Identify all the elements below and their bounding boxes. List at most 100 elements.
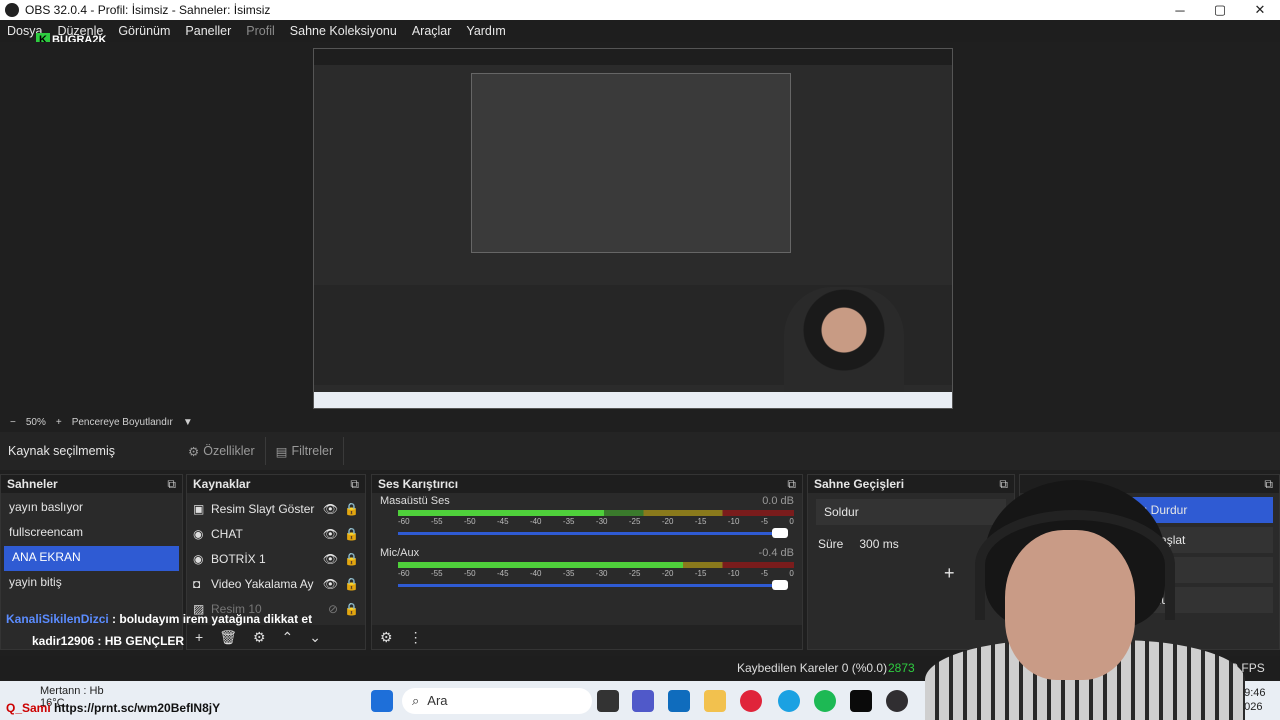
advanced-audio-icon[interactable]: ⚙ — [380, 629, 393, 646]
menu-gorunum[interactable]: Görünüm — [111, 24, 178, 38]
close-button[interactable]: ✕ — [1240, 2, 1280, 18]
source-name: CHAT — [211, 526, 243, 541]
volume-slider[interactable] — [398, 580, 788, 590]
meter-tick-label: 0 — [789, 517, 794, 526]
link-text: https://prnt.sc/wm20BefIN8jY — [54, 701, 221, 715]
scale-mode[interactable]: Pencereye Boyutlandır — [72, 417, 173, 428]
slider-knob[interactable] — [772, 528, 788, 538]
menu-araclar[interactable]: Araçlar — [405, 24, 460, 38]
meter-tick-label: -40 — [529, 517, 542, 526]
undock-icon[interactable]: ⧉ — [787, 477, 796, 491]
menu-paneller[interactable]: Paneller — [178, 24, 239, 38]
mixer-title: Ses Karıştırıcı — [378, 477, 459, 491]
menu-bar: Dosya Düzenle Görünüm Paneller Profil Sa… — [0, 20, 1280, 42]
volume-slider[interactable] — [398, 528, 788, 538]
volume-meter — [398, 510, 794, 516]
taskbar-search[interactable]: ⌕ Ara — [402, 688, 592, 714]
visibility-icon[interactable]: 👁 — [323, 527, 338, 541]
lock-icon[interactable]: 🔒 — [344, 577, 359, 591]
move-up-icon[interactable]: ⌃ — [282, 629, 294, 646]
meter-tick-label: -60 — [398, 569, 410, 578]
meter-ticks: -60 -55 -50 -45 -40 -35 -30 -25 -20 -15 -10 -5 0 — [398, 569, 794, 578]
visibility-icon[interactable]: 👁 — [323, 502, 338, 516]
meter-tick-label: -50 — [463, 517, 476, 526]
chat-username: KanaliSikilenDizci — [6, 612, 109, 626]
teams-icon[interactable] — [632, 690, 654, 712]
meter-tick-label: -55 — [430, 517, 443, 526]
webcam-overlay — [905, 470, 1280, 720]
maximize-button[interactable]: ▢ — [1200, 2, 1240, 18]
nested-webcam — [784, 287, 904, 408]
source-item[interactable]: ▣ Resim Slayt Göster 👁 🔒 — [187, 496, 365, 521]
properties-button[interactable]: ⚙ Özellikler — [178, 437, 266, 465]
program-preview[interactable] — [313, 48, 953, 409]
slideshow-icon: ▣ — [193, 501, 205, 516]
trash-icon[interactable]: 🗑 — [219, 629, 237, 646]
meter-tick-label: -25 — [628, 517, 641, 526]
undock-icon[interactable]: ⧉ — [350, 477, 359, 491]
folder-icon[interactable] — [704, 690, 726, 712]
transition-type: Soldur — [824, 505, 859, 519]
menu-yardim[interactable]: Yardım — [459, 24, 513, 38]
menu-sahne-koleksiyonu[interactable]: Sahne Koleksiyonu — [283, 24, 405, 38]
opera-icon[interactable] — [740, 690, 762, 712]
duration-input[interactable]: 300 ms — [859, 537, 898, 551]
lock-icon[interactable]: 🔒 — [344, 527, 359, 541]
meter-tick-label: -15 — [694, 517, 707, 526]
app-icon[interactable] — [850, 690, 872, 712]
lock-icon[interactable]: 🔒 — [344, 602, 359, 616]
mixer-header: Ses Karıştırıcı ⧉ — [372, 475, 802, 493]
sources-title: Kaynaklar — [193, 477, 251, 491]
meter-tick-label: 0 — [789, 569, 794, 578]
meter-tick-label: -15 — [694, 569, 707, 578]
window-titlebar: OBS 32.0.4 - Profil: İsimsiz - Sahneler:… — [0, 0, 1280, 20]
obs-logo-icon — [5, 3, 19, 17]
lock-icon[interactable]: 🔒 — [344, 552, 359, 566]
meter-tick-label: -20 — [661, 569, 674, 578]
visibility-icon[interactable]: 👁 — [323, 552, 338, 566]
nested-taskbar — [314, 392, 952, 408]
source-item[interactable]: ◉ CHAT 👁 🔒 — [187, 521, 365, 546]
gear-icon[interactable]: ⚙ — [253, 629, 266, 646]
chat-message: KanaliSikilenDizci : boludayım irem yata… — [6, 612, 312, 626]
headset-icon — [975, 510, 1175, 620]
meter-tick-label: -45 — [496, 517, 509, 526]
meter-tick-label: -55 — [430, 569, 443, 578]
spotify-icon[interactable] — [814, 690, 836, 712]
scene-item[interactable]: yayın baslıyor — [1, 496, 182, 521]
menu-profil[interactable]: Profil — [239, 24, 282, 38]
sources-header: Kaynaklar ⧉ — [187, 475, 365, 493]
meter-tick-label: -5 — [760, 569, 768, 578]
task-view-icon[interactable] — [597, 690, 619, 712]
scene-item-active[interactable]: ANA EKRAN — [4, 546, 179, 571]
scene-item[interactable]: fullscreencam — [1, 521, 182, 546]
meter-tick-label: -25 — [628, 569, 641, 578]
store-icon[interactable] — [668, 690, 690, 712]
undock-icon[interactable]: ⧉ — [167, 477, 176, 491]
move-down-icon[interactable]: ⌄ — [309, 629, 321, 646]
zoom-in-button[interactable]: + — [56, 417, 62, 428]
source-toolbar: Kaynak seçilmemiş ⚙ Özellikler ▤ Filtrel… — [0, 432, 1280, 470]
slider-knob[interactable] — [772, 580, 788, 590]
zoom-out-button[interactable]: − — [10, 417, 16, 428]
scene-item[interactable]: yayin bitiş — [1, 571, 182, 596]
camera-icon: ◘ — [193, 576, 201, 591]
visibility-icon[interactable]: 👁 — [323, 577, 338, 591]
hidden-icon[interactable]: ⊘ — [328, 602, 338, 616]
lock-icon[interactable]: 🔒 — [344, 502, 359, 516]
zoom-bar: − 50% + Pencereye Boyutlandır ▼ — [0, 414, 1280, 430]
chevron-down-icon[interactable]: ▼ — [183, 417, 193, 428]
meter-tick-label: -35 — [562, 569, 575, 578]
edge-icon[interactable] — [778, 690, 800, 712]
search-placeholder: Ara — [427, 693, 448, 708]
nested-obs-menubar — [314, 49, 952, 65]
filters-button[interactable]: ▤ Filtreler — [266, 437, 345, 465]
minimize-button[interactable]: ─ — [1160, 3, 1200, 18]
source-name: BOTRİX 1 — [211, 551, 266, 566]
source-item[interactable]: ◘ Video Yakalama Ay 👁 🔒 — [187, 571, 365, 596]
menu-dots-icon[interactable]: ⋮ — [409, 629, 423, 646]
source-item[interactable]: ◉ BOTRİX 1 👁 🔒 — [187, 546, 365, 571]
windows-start-icon[interactable] — [371, 690, 393, 712]
nested-preview — [471, 73, 791, 253]
add-source-icon[interactable]: + — [195, 629, 203, 645]
